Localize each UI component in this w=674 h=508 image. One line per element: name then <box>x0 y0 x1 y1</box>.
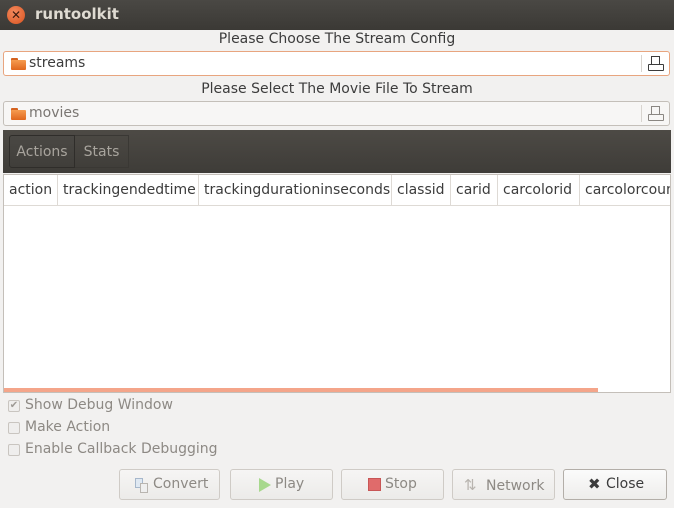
enable-callback-debugging-label: Enable Callback Debugging <box>25 441 218 457</box>
convert-button[interactable]: Convert <box>119 469 220 500</box>
movie-file-value: movies <box>29 105 80 121</box>
column-header-carcolorcount[interactable]: carcolorcount <box>580 175 670 205</box>
stop-button[interactable]: Stop <box>341 469 444 500</box>
movie-file-chooser[interactable]: movies <box>3 101 670 126</box>
stop-button-label: Stop <box>385 476 417 492</box>
network-button[interactable]: ⇅ Network <box>452 469 555 500</box>
tab-stats[interactable]: Stats <box>75 135 129 168</box>
horizontal-scrollbar[interactable] <box>4 388 598 392</box>
checkbox-checked-icon[interactable]: ✔ <box>8 400 20 412</box>
stream-config-value: streams <box>29 55 86 71</box>
title-bar: ✕ runtoolkit <box>0 0 674 30</box>
movie-file-caption: Please Select The Movie File To Stream <box>201 81 473 97</box>
chooser-separator <box>641 55 642 72</box>
network-button-label: Network <box>486 478 545 494</box>
checkbox-unchecked-icon[interactable] <box>8 422 20 434</box>
window-title: runtoolkit <box>35 5 119 23</box>
play-button-label: Play <box>275 476 305 492</box>
play-icon <box>259 478 271 492</box>
stop-icon <box>368 478 381 491</box>
make-action-label: Make Action <box>25 419 111 435</box>
convert-button-label: Convert <box>153 476 209 492</box>
tab-bar: Actions Stats <box>3 130 671 173</box>
column-header-trackingdurationinseconds[interactable]: trackingdurationinseconds <box>199 175 392 205</box>
table-header: action trackingendedtime trackingduratio… <box>4 175 670 206</box>
convert-icon <box>135 478 148 493</box>
close-button[interactable]: ✖ Close <box>563 469 667 500</box>
close-button-label: Close <box>606 476 645 492</box>
open-file-icon[interactable] <box>648 106 664 121</box>
folder-icon <box>11 108 26 120</box>
show-debug-window-label: Show Debug Window <box>25 397 173 413</box>
column-header-classid[interactable]: classid <box>392 175 451 205</box>
column-header-carid[interactable]: carid <box>451 175 498 205</box>
folder-icon <box>11 58 26 70</box>
stream-config-chooser[interactable]: streams <box>3 51 670 76</box>
column-header-carcolorid[interactable]: carcolorid <box>498 175 580 205</box>
column-header-action[interactable]: action <box>4 175 58 205</box>
network-icon: ⇅ <box>464 476 477 494</box>
checkbox-unchecked-icon[interactable] <box>8 444 20 456</box>
actions-table[interactable]: action trackingendedtime trackingduratio… <box>3 174 671 393</box>
window-close-icon[interactable]: ✕ <box>7 6 25 24</box>
close-icon: ✖ <box>588 475 601 493</box>
open-file-icon[interactable] <box>648 56 664 71</box>
stream-config-caption: Please Choose The Stream Config <box>218 31 456 47</box>
tab-actions[interactable]: Actions <box>9 135 75 168</box>
column-header-trackingendedtime[interactable]: trackingendedtime <box>58 175 199 205</box>
chooser-separator <box>641 105 642 122</box>
play-button[interactable]: Play <box>230 469 333 500</box>
